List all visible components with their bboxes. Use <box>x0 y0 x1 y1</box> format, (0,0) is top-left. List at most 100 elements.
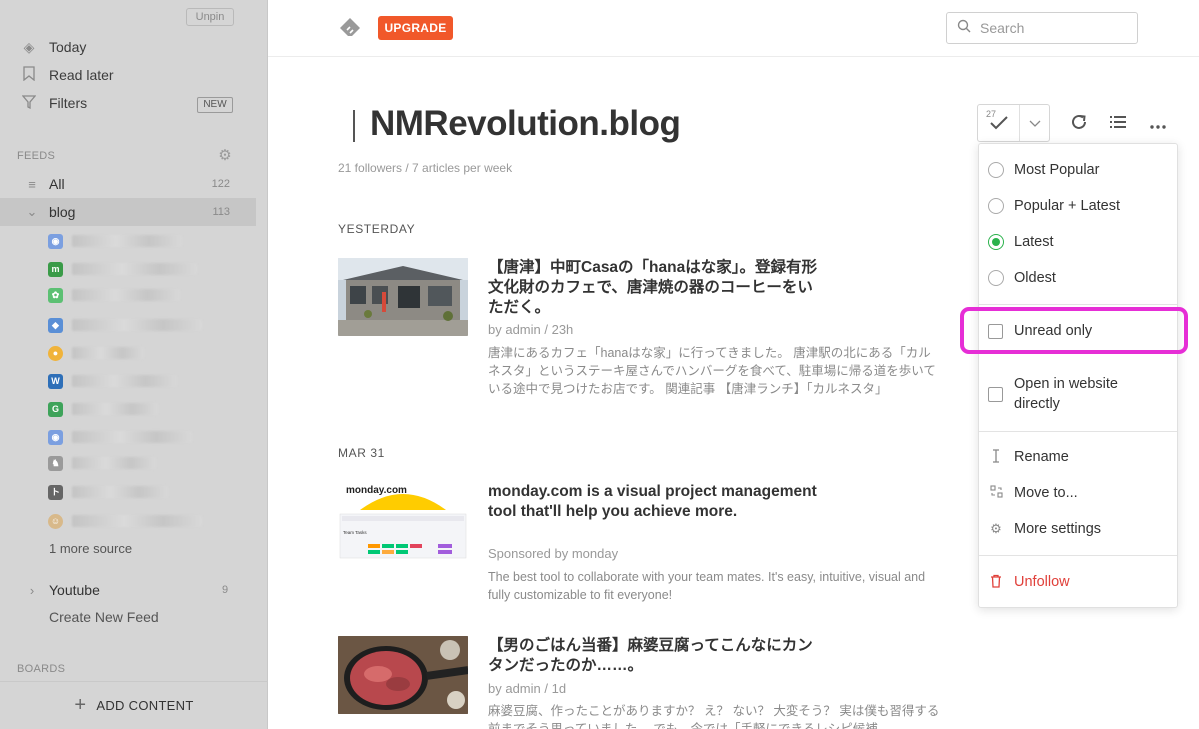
feed-subtitle: 21 followers / 7 articles per week <box>338 161 513 175</box>
more-icon[interactable] <box>1147 113 1169 135</box>
article-thumbnail[interactable] <box>338 636 468 714</box>
add-content-button[interactable]: + ADD CONTENT <box>0 681 268 729</box>
source-item[interactable]: ☺ <box>48 512 248 530</box>
source-item[interactable]: ◉ <box>48 232 248 250</box>
unfollow-label: Unfollow <box>1014 574 1070 590</box>
source-name-blurred <box>72 375 177 387</box>
rename-option[interactable]: Rename <box>988 446 1069 468</box>
feed-all[interactable]: ≡ All 122 <box>0 170 256 198</box>
mark-as-read-button[interactable]: 27 <box>977 104 1050 142</box>
menu-divider <box>979 431 1177 432</box>
check-icon <box>989 115 1009 136</box>
article-title[interactable]: monday.com is a visual project managemen… <box>488 482 828 522</box>
article-item[interactable]: 【男のごはん当番】麻婆豆腐ってこんなにカンタンだったのか……。 by admin… <box>338 636 939 729</box>
gear-icon[interactable]: ⚙ <box>216 147 234 165</box>
nav-today[interactable]: ◈ Today <box>20 36 87 58</box>
mark-read-check[interactable]: 27 <box>978 105 1020 141</box>
source-name-blurred <box>72 289 180 301</box>
feed-options-dropdown: Most Popular Popular + Latest Latest Old… <box>978 143 1178 608</box>
source-item[interactable]: ✿ <box>48 286 248 304</box>
site-icon: ☺ <box>48 513 63 529</box>
chevron-down-icon[interactable]: ⌄ <box>22 204 42 220</box>
open-website-checkbox[interactable] <box>988 386 1003 402</box>
move-to-label: Move to... <box>1014 485 1078 501</box>
sort-option-label: Latest <box>1014 234 1054 250</box>
source-item[interactable]: m <box>48 260 248 278</box>
rss-icon: ◉ <box>48 429 63 445</box>
bookmark-icon <box>20 66 38 84</box>
sort-option-latest[interactable]: Latest <box>988 231 1054 253</box>
article-title[interactable]: 【男のごはん当番】麻婆豆腐ってこんなにカンタンだったのか……。 <box>488 636 828 676</box>
site-icon: m <box>48 261 63 277</box>
feed-blog[interactable]: ⌄ blog 113 <box>0 198 256 226</box>
feed-youtube[interactable]: › Youtube <box>0 576 256 604</box>
open-website-label: Open in website directly <box>1014 376 1118 412</box>
move-to-option[interactable]: Move to... <box>988 482 1078 504</box>
source-item[interactable]: ト <box>48 483 248 501</box>
nav-filters-label: Filters <box>49 95 88 111</box>
search-icon <box>957 19 973 38</box>
menu-divider <box>979 555 1177 556</box>
text-cursor-icon <box>988 448 1004 466</box>
nav-read-later[interactable]: Read later <box>20 64 114 86</box>
radio-button[interactable] <box>988 198 1004 214</box>
site-icon: ト <box>48 484 63 500</box>
site-icon: ◆ <box>48 317 63 333</box>
article-item[interactable]: monday.com Team Tasks monday.com is a vi… <box>338 482 938 612</box>
rss-icon: ◉ <box>48 233 63 249</box>
source-item[interactable]: ♞ <box>48 454 248 472</box>
radio-button-selected[interactable] <box>988 234 1004 250</box>
site-icon: G <box>48 401 63 417</box>
today-icon: ◈ <box>23 38 35 55</box>
search-input[interactable] <box>980 20 1120 36</box>
source-item[interactable]: W <box>48 372 248 390</box>
search-box[interactable] <box>946 12 1138 44</box>
feed-youtube-label: Youtube <box>49 582 100 598</box>
radio-button[interactable] <box>988 162 1004 178</box>
svg-text:monday.com: monday.com <box>346 485 407 496</box>
source-item[interactable]: ◆ <box>48 316 248 334</box>
more-settings-option[interactable]: ⚙ More settings <box>988 518 1101 540</box>
sort-option-oldest[interactable]: Oldest <box>988 267 1056 289</box>
unpin-button[interactable]: Unpin <box>186 8 234 26</box>
list-view-icon[interactable] <box>1107 113 1129 135</box>
radio-button[interactable] <box>988 270 1004 286</box>
sort-option-popular-latest[interactable]: Popular + Latest <box>988 195 1120 217</box>
sort-option-label: Oldest <box>1014 270 1056 286</box>
svg-text:Team Tasks: Team Tasks <box>343 530 367 535</box>
source-name-blurred <box>72 515 202 527</box>
article-title[interactable]: 【唐津】中町Casaの「hanaはな家」。登録有形文化財のカフェで、唐津焼の器の… <box>488 258 828 318</box>
add-content-label: ADD CONTENT <box>96 698 194 713</box>
feedly-logo-icon[interactable] <box>339 17 361 39</box>
date-section-yesterday: YESTERDAY <box>338 222 416 236</box>
feed-blog-count: 113 <box>212 206 230 218</box>
open-website-option[interactable]: Open in website directly <box>988 374 1144 414</box>
site-icon: ♞ <box>48 455 63 471</box>
source-item[interactable]: ◉ <box>48 428 248 446</box>
nav-filters[interactable]: Filters <box>20 92 87 114</box>
gear-icon: ⚙ <box>990 521 1002 536</box>
more-source-link[interactable]: 1 more source <box>49 541 132 556</box>
article-thumbnail[interactable]: monday.com Team Tasks <box>338 482 468 560</box>
article-thumbnail[interactable] <box>338 258 468 336</box>
sort-option-label: Popular + Latest <box>1014 198 1121 214</box>
source-item[interactable]: G <box>48 400 248 418</box>
unfollow-option[interactable]: Unfollow <box>988 571 1070 593</box>
upgrade-button[interactable]: UPGRADE <box>378 16 453 40</box>
article-summary: 麻婆豆腐、作ったことがありますか？ え？ ない？ 大変そう？ 実は僕も習得する前… <box>488 704 940 729</box>
sort-option-most-popular[interactable]: Most Popular <box>988 159 1099 181</box>
refresh-icon[interactable] <box>1068 113 1090 135</box>
menu-divider <box>979 304 1177 305</box>
article-summary: The best tool to collaborate with your t… <box>488 570 926 602</box>
article-item[interactable]: 【唐津】中町Casaの「hanaはな家」。登録有形文化財のカフェで、唐津焼の器の… <box>338 258 938 398</box>
chevron-down-icon[interactable] <box>1020 105 1049 141</box>
nav-read-later-label: Read later <box>49 67 114 83</box>
feed-title[interactable]: NMRevolution.blog <box>370 104 681 144</box>
new-badge: NEW <box>197 97 233 113</box>
article-summary: 唐津にあるカフェ「hanaはな家」に行ってきました。 唐津駅の北にある「カルネス… <box>488 346 936 396</box>
boards-header: BOARDS <box>17 663 66 675</box>
source-name-blurred <box>72 457 156 469</box>
chevron-right-icon[interactable]: › <box>22 583 42 598</box>
source-item[interactable]: ● <box>48 344 248 362</box>
create-new-feed-link[interactable]: Create New Feed <box>49 609 159 625</box>
